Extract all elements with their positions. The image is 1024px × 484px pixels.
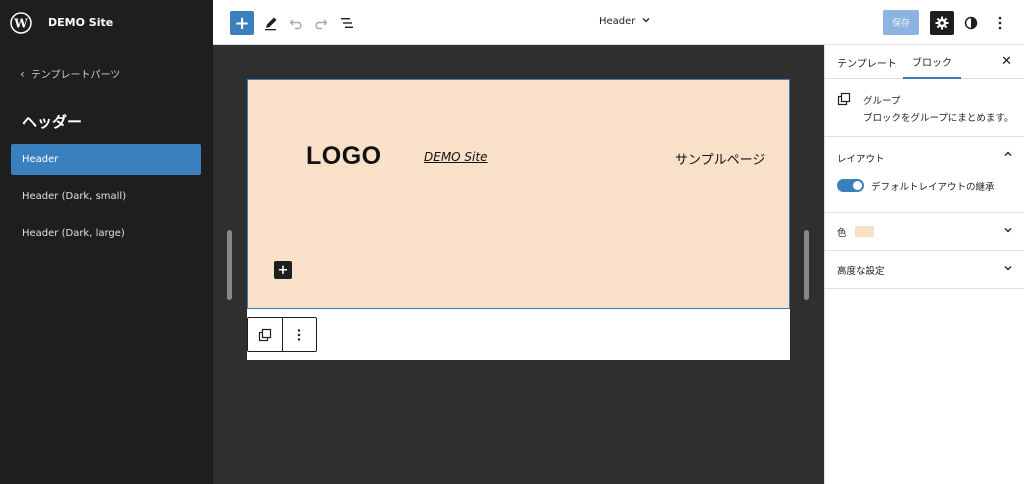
chevron-left-icon: ‹ — [20, 66, 25, 81]
site-editor-sidebar: W DEMO Site ‹ テンプレートパーツ ヘッダー Header Head… — [0, 0, 213, 484]
group-icon[interactable] — [248, 318, 282, 351]
color-panel-title: 色 — [837, 228, 847, 239]
close-icon[interactable]: ✕ — [1001, 54, 1012, 69]
color-panel[interactable]: 色 — [825, 213, 1024, 251]
layout-panel-title[interactable]: レイアウト — [837, 151, 885, 165]
tab-block[interactable]: ブロック — [903, 45, 961, 79]
sidebar-item-label: Header — [22, 154, 59, 165]
resize-handle-right[interactable] — [804, 230, 809, 300]
toggle-label: デフォルトレイアウトの継承 — [871, 182, 995, 193]
settings-panel: テンプレート ブロック ✕ グループ ブロックをグループにまとめます。 レイアウ… — [824, 45, 1024, 484]
editor-toolbar: + Header 保存 — [213, 0, 1024, 45]
site-header: W DEMO Site — [0, 0, 213, 45]
sidebar-item-header[interactable]: Header — [11, 144, 201, 175]
redo-icon[interactable] — [309, 11, 333, 35]
save-button[interactable]: 保存 — [883, 10, 919, 35]
sidebar-item-header-dark-small[interactable]: Header (Dark, small) — [11, 181, 201, 212]
document-title-dropdown[interactable]: Header — [599, 15, 651, 28]
wordpress-icon[interactable]: W — [10, 11, 32, 34]
resize-handle-left[interactable] — [227, 230, 232, 300]
chevron-down-icon[interactable] — [1003, 225, 1013, 238]
chevron-down-icon[interactable] — [1003, 263, 1013, 276]
back-to-template-parts[interactable]: ‹ テンプレートパーツ — [20, 66, 121, 82]
group-icon — [837, 91, 851, 110]
site-logo[interactable]: LOGO — [306, 142, 382, 171]
inline-add-block-button[interactable]: + — [274, 261, 292, 279]
layout-panel: レイアウト デフォルトレイアウトの継承 — [825, 137, 1024, 213]
site-title[interactable]: DEMO Site — [48, 16, 113, 29]
chevron-up-icon[interactable] — [1003, 149, 1013, 162]
template-part-preview: LOGO DEMO Site サンプルページ + — [247, 79, 790, 360]
advanced-panel[interactable]: 高度な設定 — [825, 251, 1024, 289]
panel-tabs: テンプレート ブロック ✕ — [825, 45, 1024, 79]
gear-icon[interactable] — [930, 11, 954, 35]
block-title: グループ — [863, 96, 901, 107]
pencil-icon[interactable] — [259, 11, 283, 35]
advanced-panel-title: 高度な設定 — [837, 266, 885, 277]
group-block[interactable]: LOGO DEMO Site サンプルページ + — [247, 79, 790, 309]
svg-text:W: W — [13, 16, 28, 30]
tab-template[interactable]: テンプレート — [837, 45, 897, 79]
more-vertical-icon[interactable] — [988, 11, 1012, 35]
toggle-knob — [853, 181, 862, 190]
section-title: ヘッダー — [22, 113, 83, 131]
block-toolbar — [247, 317, 317, 352]
navigation-link[interactable]: サンプルページ — [675, 149, 765, 168]
list-view-icon[interactable] — [335, 11, 359, 35]
chevron-down-icon — [641, 15, 651, 28]
sidebar-item-label: Header (Dark, large) — [22, 228, 125, 239]
inherit-layout-toggle[interactable] — [837, 179, 864, 192]
undo-icon[interactable] — [284, 11, 308, 35]
block-card: グループ ブロックをグループにまとめます。 — [825, 79, 1024, 137]
site-name-link[interactable]: DEMO Site — [424, 150, 487, 164]
background-color-swatch — [855, 226, 874, 237]
sidebar-item-header-dark-large[interactable]: Header (Dark, large) — [11, 218, 201, 249]
editor-canvas: LOGO DEMO Site サンプルページ + — [213, 45, 824, 484]
back-label: テンプレートパーツ — [30, 70, 121, 81]
more-vertical-icon[interactable] — [281, 318, 316, 351]
sidebar-item-label: Header (Dark, small) — [22, 191, 127, 202]
document-title: Header — [599, 16, 636, 27]
half-circle-icon[interactable] — [959, 11, 983, 35]
add-block-button[interactable]: + — [230, 11, 254, 35]
block-description: ブロックをグループにまとめます。 — [863, 113, 1014, 124]
